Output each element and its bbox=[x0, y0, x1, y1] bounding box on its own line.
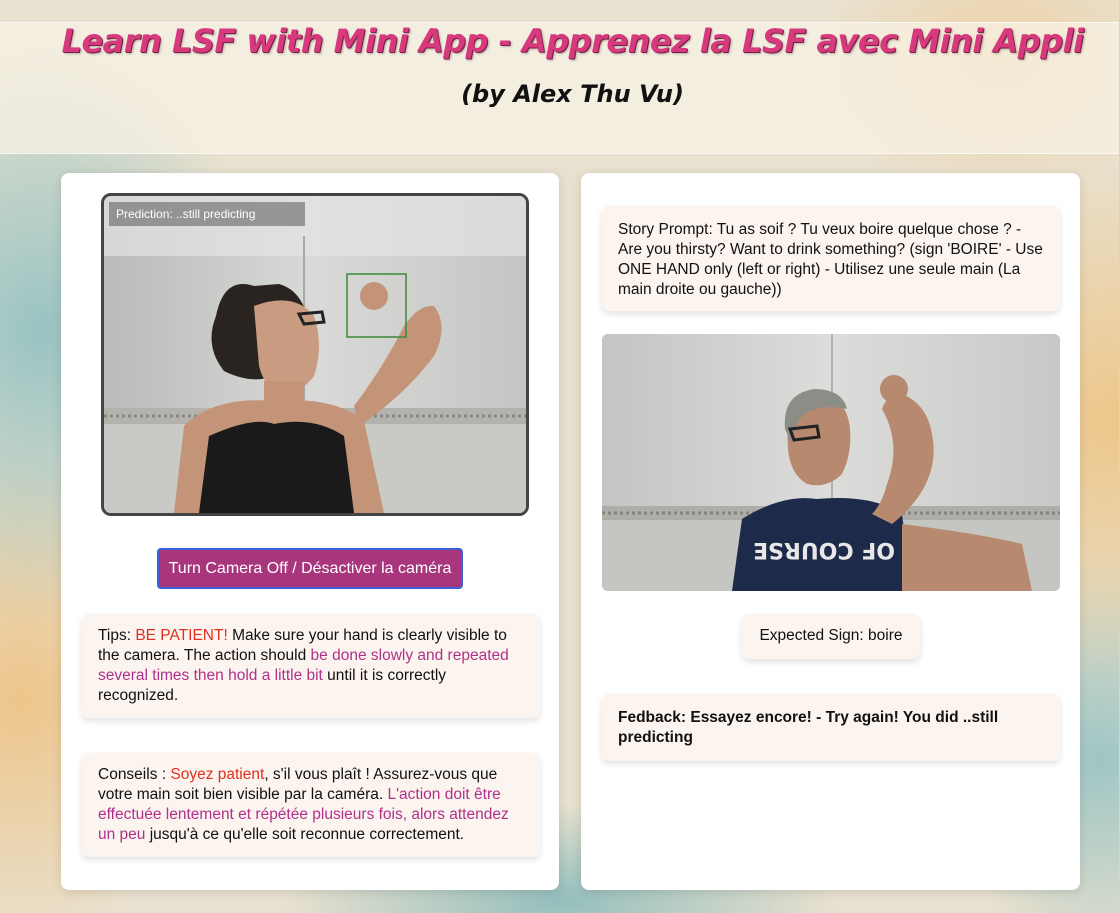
conseils-suffix: jusqu'à ce qu'elle soit reconnue correct… bbox=[145, 826, 465, 843]
conseils-prefix: Conseils : bbox=[98, 766, 171, 783]
conseils-highlight-patience: Soyez patient bbox=[170, 766, 265, 783]
conseils-card: Conseils : Soyez patient, s'il vous plaî… bbox=[82, 753, 540, 857]
page-subtitle: (by Alex Thu Vu) bbox=[461, 80, 684, 108]
expected-sign-badge: Expected Sign: boire bbox=[742, 614, 920, 659]
page-title: Learn LSF with Mini App - Apprenez la LS… bbox=[61, 22, 1084, 60]
tips-card: Tips: BE PATIENT! Make sure your hand is… bbox=[82, 614, 540, 718]
camera-panel: Prediction: ..still predicting Turn Came… bbox=[61, 173, 559, 890]
toggle-camera-button[interactable]: Turn Camera Off / Désactiver la caméra bbox=[157, 548, 463, 589]
reference-image: OF COURSE bbox=[602, 334, 1060, 591]
feedback-card: Fedback: Essayez encore! - Try again! Yo… bbox=[602, 694, 1060, 761]
shirt-text: OF COURSE bbox=[753, 537, 895, 562]
reference-video: OF COURSE bbox=[602, 334, 1060, 591]
webcam-feed: Prediction: ..still predicting bbox=[101, 193, 529, 516]
lesson-panel: Story Prompt: Tu as soif ? Tu veux boire… bbox=[581, 173, 1080, 890]
story-prompt-card: Story Prompt: Tu as soif ? Tu veux boire… bbox=[602, 206, 1060, 311]
webcam-image bbox=[104, 196, 526, 513]
prediction-label: Prediction: ..still predicting bbox=[109, 202, 305, 226]
tips-prefix: Tips: bbox=[98, 627, 136, 644]
tips-highlight-patience: BE PATIENT! bbox=[135, 627, 228, 644]
